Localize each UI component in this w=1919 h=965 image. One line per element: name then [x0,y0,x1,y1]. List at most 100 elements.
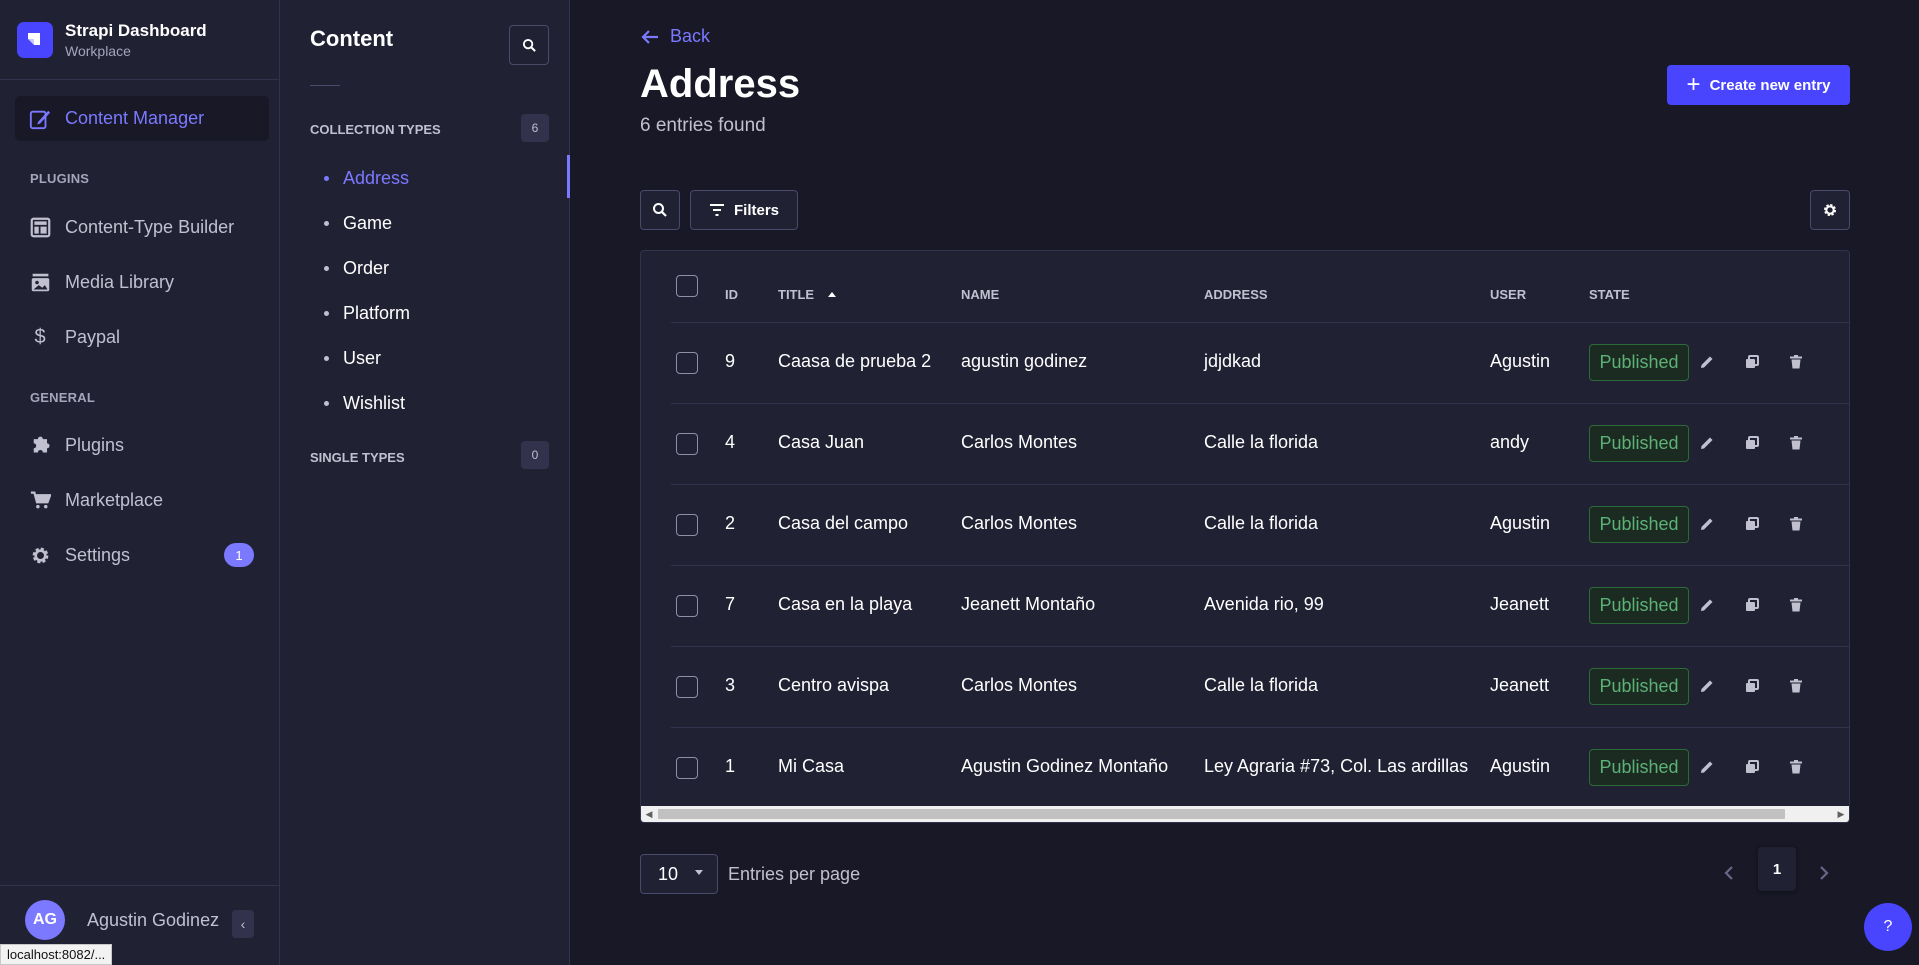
collection-item-label: Address [343,167,410,188]
status-badge: Published [1589,668,1689,705]
user-name[interactable]: Agustin Godinez [87,910,219,931]
subnav-title: Content [310,26,394,51]
nav-label: Settings [65,544,131,565]
back-link[interactable]: Back [640,26,710,47]
duplicate-icon[interactable] [1742,433,1762,453]
content-subnav: Content COLLECTION TYPES 6 Address Game … [280,0,570,965]
single-types-label[interactable]: SINGLE TYPES [310,450,405,465]
edit-pencil-icon[interactable] [1697,757,1717,777]
edit-pencil-icon[interactable] [1697,514,1717,534]
cell-name: Jeanett Montaño [961,594,1096,614]
row-select-checkbox[interactable] [676,595,698,617]
duplicate-icon[interactable] [1742,595,1762,615]
strapi-logo-icon [17,21,53,58]
collection-item-user[interactable]: User [324,345,381,371]
nav-label-content-manager: Content Manager [65,108,205,128]
cell-user: Agustin [1490,756,1551,776]
collection-item-order[interactable]: Order [324,255,389,281]
edit-pencil-icon[interactable] [1697,352,1717,372]
cell-title: Casa en la playa [778,594,913,614]
nav-label: Marketplace [65,489,164,510]
table-row[interactable]: 2 Casa del campo Carlos Montes Calle la flo… [671,484,1849,565]
table-row[interactable]: 4 Casa Juan Carlos Montes Calle la florida a… [671,403,1849,484]
column-header-name[interactable]: NAME [961,287,999,302]
cell-name: Carlos Montes [961,675,1078,695]
collection-types-label[interactable]: COLLECTION TYPES [310,122,441,137]
trash-icon[interactable] [1786,352,1806,372]
gear-icon [1824,204,1836,216]
scroll-right-arrow-icon[interactable]: ▶ [1833,806,1849,822]
collection-item-wishlist[interactable]: Wishlist [324,390,405,416]
nav-item-marketplace[interactable]: Marketplace [29,485,163,515]
trash-icon[interactable] [1786,433,1806,453]
next-page-button[interactable] [1809,858,1839,888]
column-header-id[interactable]: ID [725,287,738,302]
row-select-checkbox[interactable] [676,433,698,455]
duplicate-icon[interactable] [1742,676,1762,696]
cell-id: 2 [725,513,736,533]
table-search-button[interactable] [640,190,680,230]
row-select-checkbox[interactable] [676,514,698,536]
cell-title: Casa Juan [778,432,865,452]
edit-pencil-icon[interactable] [1697,433,1717,453]
table-settings-button[interactable] [1810,190,1850,230]
collection-item-platform[interactable]: Platform [324,300,410,326]
edit-pencil-icon[interactable] [1697,595,1717,615]
bullet-icon [324,400,329,406]
help-button[interactable]: ? [1864,903,1912,951]
brand-header[interactable]: Strapi Dashboard Workplace [0,0,279,80]
brand-title: Strapi Dashboard [65,20,207,40]
page-number-button[interactable]: 1 [1758,847,1796,891]
plus-icon: + [1686,71,1701,98]
trash-icon[interactable] [1786,676,1806,696]
horizontal-scrollbar[interactable]: ◀ ▶ [641,806,1849,822]
scrollbar-thumb[interactable] [658,809,1785,819]
column-header-title[interactable]: TITLE [778,287,836,302]
duplicate-icon[interactable] [1742,757,1762,777]
table-row[interactable]: 3 Centro avispa Carlos Montes Calle la flor… [671,646,1849,727]
cell-title: Mi Casa [778,756,845,776]
nav-item-plugins[interactable]: Plugins [29,430,124,460]
create-new-entry-button[interactable]: + Create new entry [1667,65,1850,105]
nav-item-content-manager[interactable]: Content Manager [15,96,269,141]
select-all-checkbox[interactable] [676,275,698,297]
avatar[interactable]: AG [25,900,65,940]
nav-item-paypal[interactable]: $ Paypal [29,322,120,352]
row-select-checkbox[interactable] [676,676,698,698]
entries-per-page-select[interactable]: 10 [640,854,718,894]
main-sidebar: Strapi Dashboard Workplace Content Manag… [0,0,280,965]
collection-item-address[interactable]: Address [324,165,409,191]
column-header-user[interactable]: USER [1490,287,1526,302]
edit-pencil-icon[interactable] [1697,676,1717,696]
previous-page-button[interactable] [1714,858,1744,888]
subnav-search-button[interactable] [509,25,549,65]
collection-item-game[interactable]: Game [324,210,392,236]
trash-icon[interactable] [1786,514,1806,534]
collapse-sidebar-button[interactable]: ‹ [232,910,254,938]
trash-icon[interactable] [1786,757,1806,777]
nav-item-content-type-builder[interactable]: Content-Type Builder [29,212,234,242]
table-row[interactable]: 7 Casa en la playa Jeanett Montaño Avenida … [671,565,1849,646]
column-header-address[interactable]: ADDRESS [1204,287,1268,302]
table-row[interactable]: 9 Caasa de prueba 2 agustin godinez jdjdkad… [671,322,1849,403]
row-select-checkbox[interactable] [676,757,698,779]
cell-address: Ley Agraria #73, Col. Las ardillas [1204,756,1469,776]
nav-item-media-library[interactable]: Media Library [29,267,174,297]
entries-count: 6 entries found [640,115,766,136]
cell-id: 9 [725,351,736,371]
filters-button[interactable]: Filters [690,190,798,230]
scroll-left-arrow-icon[interactable]: ◀ [641,806,657,822]
bullet-icon [324,265,329,271]
filters-label: Filters [733,201,779,219]
feather-pen-icon [29,108,51,130]
table-row[interactable]: 1 Mi Casa Agustin Godinez Montaño Ley Agrar… [671,727,1849,808]
chevron-right-icon [1820,866,1829,880]
duplicate-icon[interactable] [1742,514,1762,534]
trash-icon[interactable] [1786,595,1806,615]
cell-name: Carlos Montes [961,432,1078,452]
row-select-checkbox[interactable] [676,352,698,374]
page-title: Address [640,62,801,106]
nav-item-settings[interactable]: Settings [29,540,130,570]
duplicate-icon[interactable] [1742,352,1762,372]
back-label: Back [670,26,711,46]
